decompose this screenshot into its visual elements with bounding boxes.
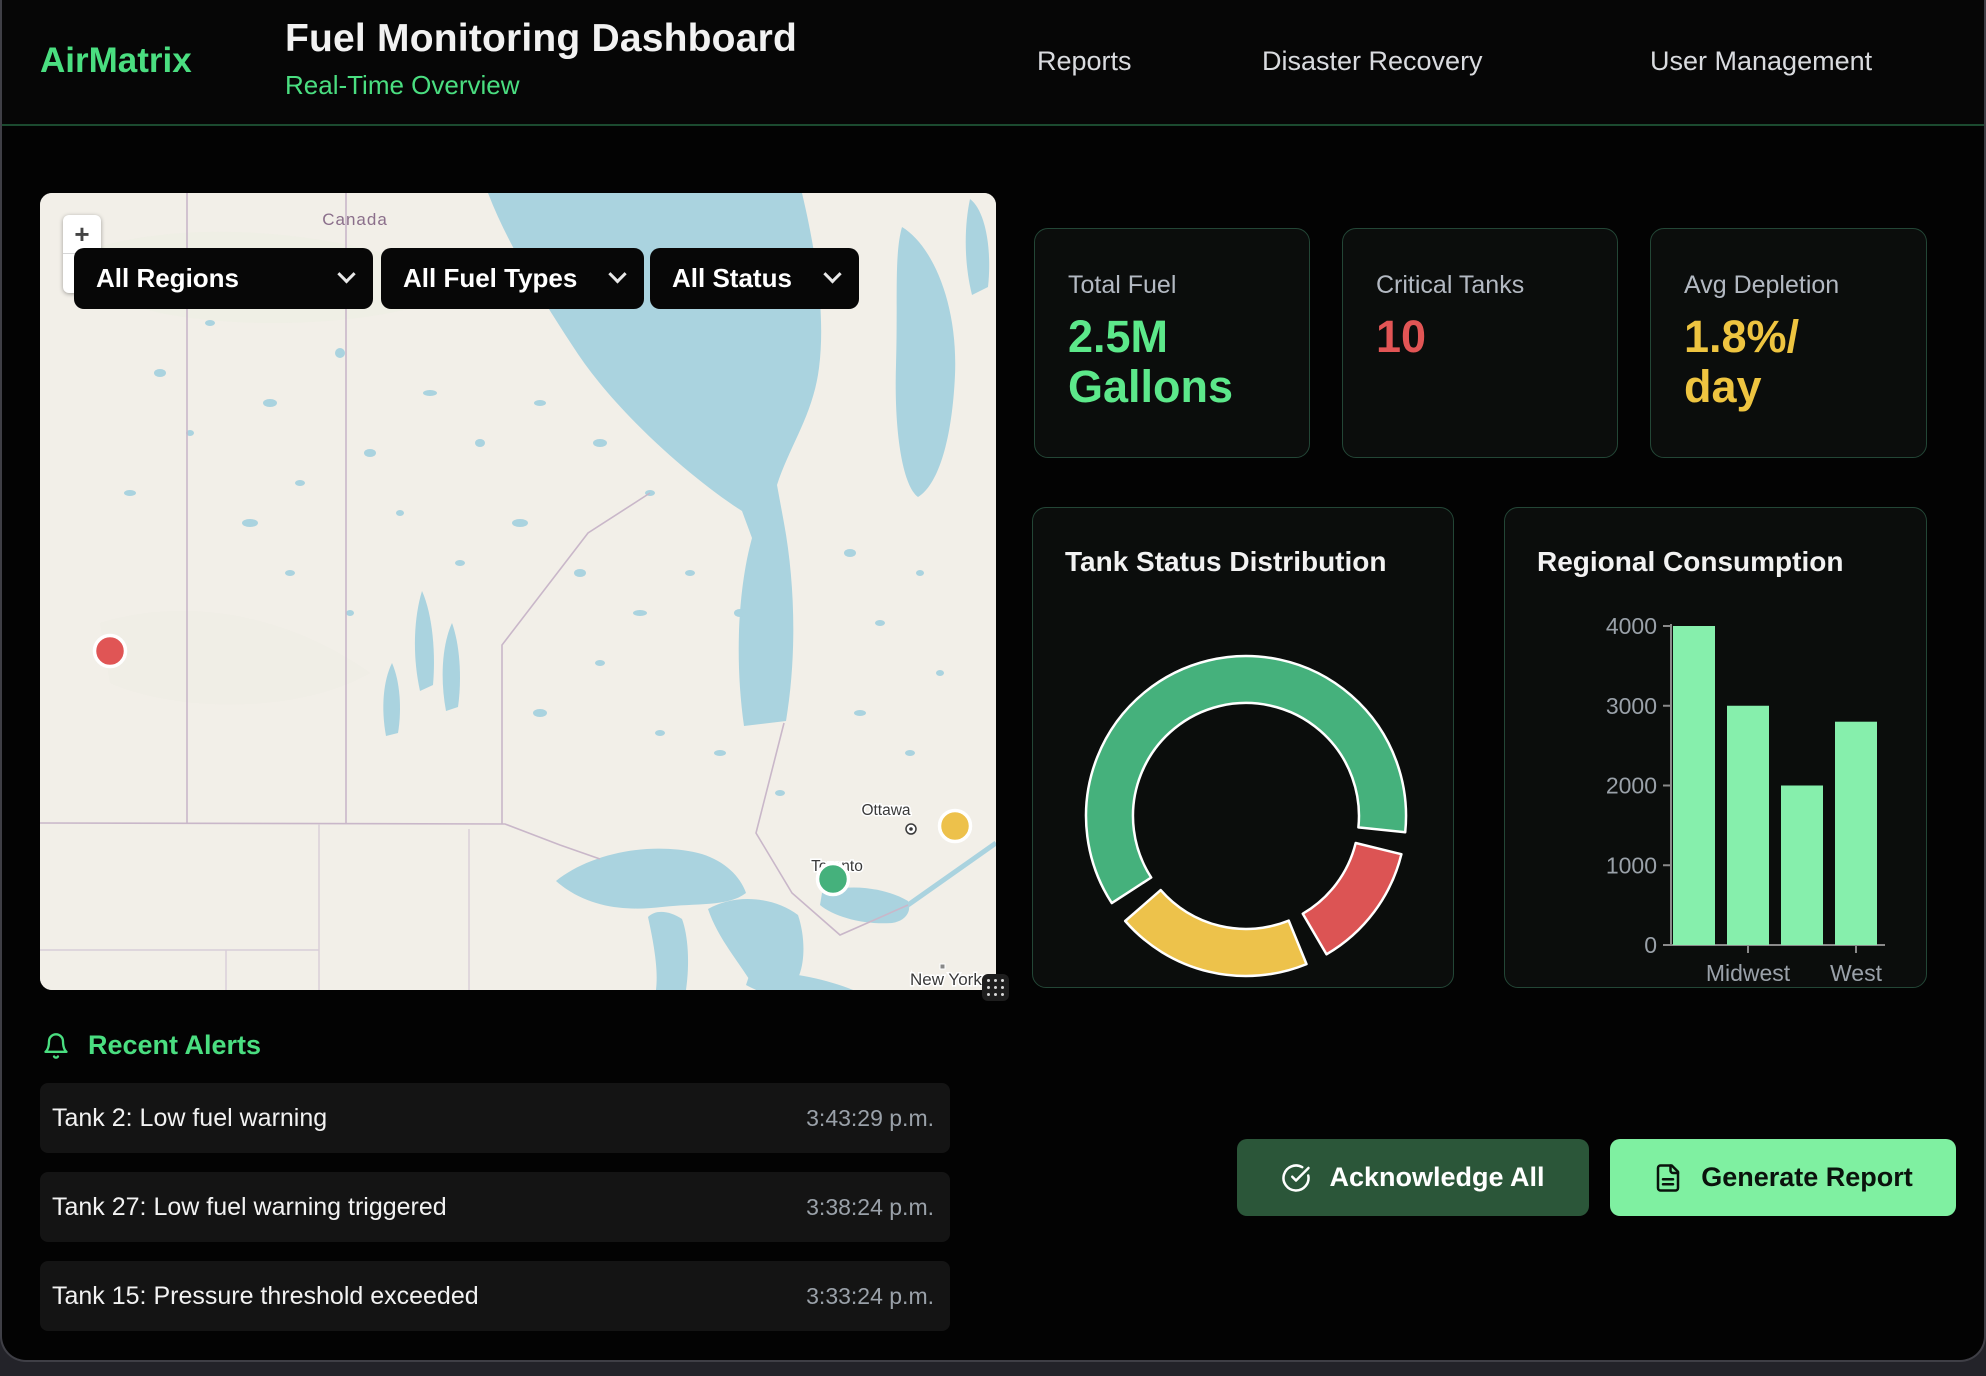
- bar-series-2: [1781, 786, 1823, 946]
- tank-status-chart-card: Tank Status Distribution: [1032, 507, 1454, 988]
- bar-series-0: [1673, 626, 1715, 945]
- bar-xtick-label: West: [1830, 960, 1883, 986]
- bar-midwest: [1727, 706, 1769, 945]
- alerts-title: Recent Alerts: [88, 1030, 261, 1061]
- fuel-filter-value: All Fuel Types: [403, 263, 577, 294]
- regional-consumption-chart-card: Regional Consumption 01000200030004000Mi…: [1504, 507, 1927, 988]
- stat-value: 10: [1376, 312, 1587, 362]
- bar-chart: 0 1000 2000 3000 4000 Midwest West: [1505, 508, 1928, 989]
- tank-marker-critical[interactable]: [95, 636, 126, 667]
- nav-user-management[interactable]: User Management: [1650, 46, 1872, 77]
- stat-value: 2.5MGallons: [1068, 312, 1279, 412]
- check-circle-icon: [1281, 1163, 1311, 1193]
- stat-card-total-fuel: Total Fuel 2.5MGallons: [1034, 228, 1310, 458]
- svg-text:Canada: Canada: [322, 210, 388, 229]
- map-canvas: CanadaOttawaTorontoNew York: [40, 193, 996, 990]
- acknowledge-all-button[interactable]: Acknowledge All: [1237, 1139, 1589, 1216]
- title-block: Fuel Monitoring Dashboard Real-Time Over…: [285, 17, 797, 101]
- region-filter-select[interactable]: All Regions: [74, 248, 373, 309]
- bar-ytick-label: 3000: [1606, 693, 1657, 719]
- alert-timestamp: 3:43:29 p.m.: [806, 1105, 934, 1132]
- stat-card-avg-depletion: Avg Depletion 1.8%/day: [1650, 228, 1927, 458]
- acknowledge-all-label: Acknowledge All: [1329, 1162, 1544, 1193]
- app-header: AirMatrix Fuel Monitoring Dashboard Real…: [2, 0, 1984, 126]
- generate-report-button[interactable]: Generate Report: [1610, 1139, 1956, 1216]
- app-logo: AirMatrix: [40, 41, 192, 81]
- bar-west: [1835, 722, 1877, 945]
- alert-row[interactable]: Tank 2: Low fuel warning 3:43:29 p.m.: [40, 1083, 950, 1153]
- bar-ytick-label: 0: [1644, 932, 1657, 958]
- alert-message: Tank 15: Pressure threshold exceeded: [52, 1282, 479, 1311]
- status-filter-value: All Status: [672, 263, 792, 294]
- status-filter-select[interactable]: All Status: [650, 248, 859, 309]
- chevron-down-icon: [608, 265, 626, 283]
- stat-label: Avg Depletion: [1684, 271, 1896, 300]
- chevron-down-icon: [823, 265, 841, 283]
- region-filter-value: All Regions: [96, 263, 239, 294]
- stat-label: Critical Tanks: [1376, 271, 1587, 300]
- alert-timestamp: 3:38:24 p.m.: [806, 1194, 934, 1221]
- recent-alerts-header: Recent Alerts: [42, 1030, 261, 1061]
- bar-ytick-label: 1000: [1606, 852, 1657, 878]
- map-resize-handle[interactable]: [982, 974, 1009, 1001]
- file-text-icon: [1653, 1163, 1683, 1193]
- nav-disaster-recovery[interactable]: Disaster Recovery: [1262, 46, 1483, 77]
- bell-icon: [42, 1032, 70, 1060]
- donut-segment-warning: [1125, 890, 1306, 976]
- tank-marker-normal[interactable]: [818, 864, 849, 895]
- alert-message: Tank 27: Low fuel warning triggered: [52, 1193, 447, 1222]
- alert-row[interactable]: Tank 15: Pressure threshold exceeded 3:3…: [40, 1261, 950, 1331]
- dashboard-shell: AirMatrix Fuel Monitoring Dashboard Real…: [0, 0, 1986, 1362]
- stat-label: Total Fuel: [1068, 271, 1279, 300]
- bar-ytick-label: 4000: [1606, 613, 1657, 639]
- bar-ytick-label: 2000: [1606, 773, 1657, 799]
- map-city-label: Ottawa: [861, 802, 910, 819]
- donut-segment-critical: [1303, 843, 1402, 954]
- map-city-label: New York: [910, 970, 982, 989]
- generate-report-label: Generate Report: [1701, 1162, 1913, 1193]
- page-title: Fuel Monitoring Dashboard: [285, 17, 797, 61]
- chevron-down-icon: [337, 265, 355, 283]
- doughnut-chart: [1033, 508, 1455, 989]
- fuel-type-filter-select[interactable]: All Fuel Types: [381, 248, 644, 309]
- alert-timestamp: 3:33:24 p.m.: [806, 1283, 934, 1310]
- stat-value: 1.8%/day: [1684, 312, 1896, 412]
- fuel-map[interactable]: CanadaOttawaTorontoNew York + − All Regi…: [40, 193, 996, 990]
- stat-card-critical-tanks: Critical Tanks 10: [1342, 228, 1618, 458]
- tank-marker-warning[interactable]: [940, 811, 971, 842]
- page-subtitle: Real-Time Overview: [285, 70, 797, 101]
- alert-row[interactable]: Tank 27: Low fuel warning triggered 3:38…: [40, 1172, 950, 1242]
- nav-reports[interactable]: Reports: [1037, 46, 1132, 77]
- alert-message: Tank 2: Low fuel warning: [52, 1104, 327, 1133]
- bar-xtick-label: Midwest: [1706, 960, 1791, 986]
